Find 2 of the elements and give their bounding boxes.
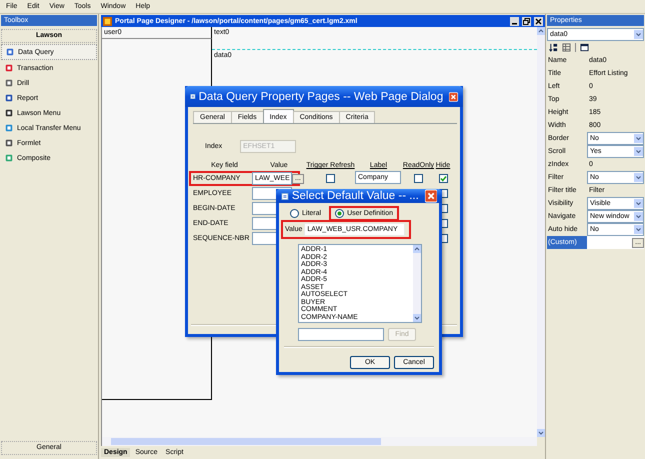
dialog-title: Data Query Property Pages -- Web Page Dialog — [198, 90, 444, 102]
dialog-title: Select Default Value -- ... — [292, 190, 419, 202]
